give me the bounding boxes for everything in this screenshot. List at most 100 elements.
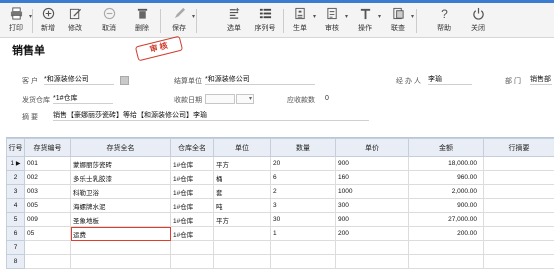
cell-code[interactable]: 005 [24, 198, 71, 213]
help-button[interactable]: ? 帮助 [431, 5, 457, 35]
dept-field[interactable]: 销售部 [530, 75, 552, 85]
table-row[interactable]: 3 003 科勒卫浴 1#仓库 套 2 1000 2,000.00 [6, 184, 554, 199]
cell-warehouse[interactable]: 1#仓库 [170, 184, 214, 199]
cell-warehouse[interactable] [170, 240, 214, 255]
cell-price[interactable]: 300 [335, 198, 409, 213]
cell-qty[interactable]: 2 [270, 184, 336, 199]
column-header[interactable]: 数量 [270, 138, 336, 157]
cell-code[interactable]: 001 [24, 156, 71, 171]
warehouse-field[interactable]: *1#仓库 [53, 94, 113, 104]
column-header[interactable]: 仓库全名 [170, 138, 214, 157]
table-row[interactable]: 2 002 多乐士乳胶漆 1#仓库 桶 6 160 960.00 [6, 170, 554, 185]
cell-qty[interactable]: 6 [270, 170, 336, 185]
cell-amount[interactable]: 200.00 [408, 226, 484, 241]
cell-code[interactable]: 003 [24, 184, 71, 199]
cell-amount[interactable]: 2,000.00 [408, 184, 484, 199]
cell-price[interactable]: 900 [335, 156, 409, 171]
cell-name[interactable]: 海螺牌水泥 [70, 198, 171, 213]
cell-qty[interactable] [270, 254, 336, 269]
cell-qty[interactable]: 3 [270, 198, 336, 213]
table-row[interactable]: 7 [6, 240, 554, 255]
cell-name[interactable] [70, 240, 171, 255]
cell-amount[interactable]: 900.00 [408, 198, 484, 213]
add-button[interactable]: 新增 [35, 5, 61, 35]
cell-name-selected[interactable]: 运费 [70, 226, 171, 241]
cell-code[interactable]: 009 [24, 212, 71, 227]
chevron-down-icon[interactable]: ▾ [378, 13, 381, 20]
edit-button[interactable]: 修改 [62, 5, 88, 35]
paydate-picker[interactable]: ▾ [236, 94, 254, 104]
cell-warehouse[interactable] [170, 254, 214, 269]
customer-field[interactable]: *和源装修公司 [44, 75, 114, 85]
cell-code[interactable] [24, 254, 71, 269]
chevron-down-icon[interactable]: ▾ [192, 13, 195, 20]
cell-warehouse[interactable]: 1#仓库 [170, 156, 214, 171]
cell-warehouse[interactable]: 1#仓库 [170, 212, 214, 227]
handler-field[interactable]: 李瑜 [428, 75, 472, 85]
cell-warehouse[interactable]: 1#仓库 [170, 198, 214, 213]
save-button[interactable]: 保存 ▾ [166, 5, 195, 35]
select-order-button[interactable]: 选单 [221, 5, 247, 35]
cell-code[interactable] [24, 240, 71, 255]
close-button[interactable]: 关闭 [465, 5, 491, 35]
audit-button[interactable]: 审核 ▾ [319, 5, 348, 35]
column-header[interactable]: 存货全名 [70, 138, 171, 157]
serial-number-button[interactable]: 序列号 [252, 5, 278, 35]
cell-price[interactable]: 160 [335, 170, 409, 185]
cell-qty[interactable]: 1 [270, 226, 336, 241]
column-header[interactable]: 行号 [6, 138, 25, 157]
table-row[interactable]: 5 009 圣象地板 1#仓库 平方 30 900 27,000.00 [6, 212, 554, 227]
settle-field[interactable]: *和源装修公司 [205, 75, 315, 85]
cell-memo[interactable] [483, 240, 554, 255]
table-row[interactable]: 1 ▶ 001 蒙娜丽莎瓷砖 1#仓库 平方 20 900 18,000.00 [6, 156, 554, 171]
cell-unit[interactable] [213, 254, 271, 269]
column-header[interactable]: 行摘要 [483, 138, 554, 157]
cell-name[interactable]: 科勒卫浴 [70, 184, 171, 199]
paydate-field[interactable] [205, 94, 235, 104]
cell-price[interactable] [335, 240, 409, 255]
chevron-down-icon[interactable]: ▾ [345, 13, 348, 20]
cell-amount[interactable]: 960.00 [408, 170, 484, 185]
print-button[interactable]: 打印 ▾ [3, 5, 32, 35]
cell-unit[interactable]: 桶 [213, 170, 271, 185]
cell-memo[interactable] [483, 226, 554, 241]
link-query-button[interactable]: 联查 ▾ [385, 5, 414, 35]
table-row[interactable]: 6 05 运费 1#仓库 1 200 200.00 [6, 226, 554, 241]
cell-unit[interactable]: 吨 [213, 198, 271, 213]
customer-lookup-button[interactable] [120, 76, 129, 85]
cell-unit[interactable] [213, 240, 271, 255]
cell-name[interactable] [70, 254, 171, 269]
cell-warehouse[interactable]: 1#仓库 [170, 170, 214, 185]
cell-code[interactable]: 002 [24, 170, 71, 185]
table-row[interactable]: 8 [6, 254, 554, 269]
cell-unit[interactable]: 套 [213, 184, 271, 199]
cell-amount[interactable] [408, 254, 484, 269]
cell-memo[interactable] [483, 170, 554, 185]
chevron-down-icon[interactable]: ▾ [313, 13, 316, 20]
cell-name[interactable]: 圣象地板 [70, 212, 171, 227]
generate-order-button[interactable]: 生单 ▾ [287, 5, 316, 35]
cell-price[interactable]: 200 [335, 226, 409, 241]
cell-memo[interactable] [483, 156, 554, 171]
cell-amount[interactable]: 27,000.00 [408, 212, 484, 227]
cell-price[interactable]: 900 [335, 212, 409, 227]
cell-unit[interactable] [213, 226, 271, 241]
cell-memo[interactable] [483, 254, 554, 269]
cell-memo[interactable] [483, 198, 554, 213]
delete-button[interactable]: 删除 [129, 5, 155, 35]
cell-code[interactable]: 05 [24, 226, 71, 241]
column-header[interactable]: 金额 [408, 138, 484, 157]
cell-name[interactable]: 多乐士乳胶漆 [70, 170, 171, 185]
cell-unit[interactable]: 平方 [213, 156, 271, 171]
cell-price[interactable] [335, 254, 409, 269]
cell-memo[interactable] [483, 212, 554, 227]
cell-unit[interactable]: 平方 [213, 212, 271, 227]
summary-field[interactable]: 销售【豪娜丽莎瓷砖】等给【和源装修公司】李瑜 [53, 111, 369, 121]
column-header[interactable]: 单位 [213, 138, 271, 157]
cancel-button[interactable]: 取消 [96, 5, 122, 35]
cell-memo[interactable] [483, 184, 554, 199]
chevron-down-icon[interactable]: ▾ [411, 13, 414, 20]
cell-qty[interactable]: 30 [270, 212, 336, 227]
cell-name[interactable]: 蒙娜丽莎瓷砖 [70, 156, 171, 171]
cell-qty[interactable] [270, 240, 336, 255]
